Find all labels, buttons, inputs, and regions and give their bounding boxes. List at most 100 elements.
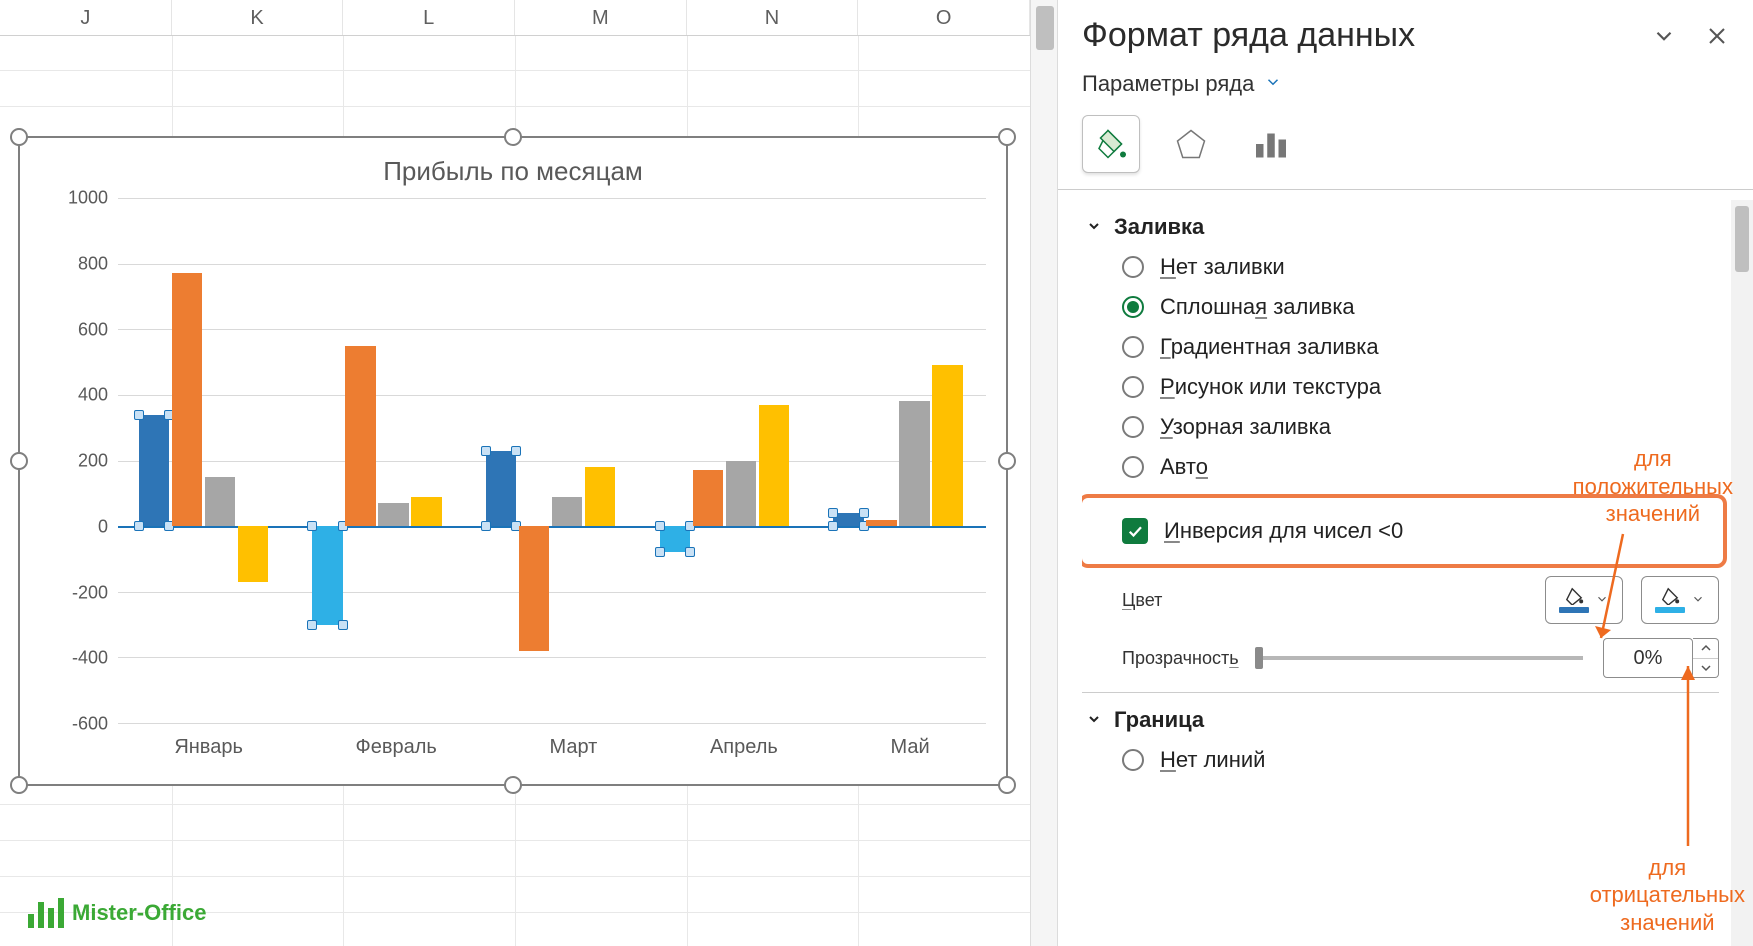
bar[interactable] [139, 415, 169, 527]
bar[interactable] [552, 497, 582, 527]
bar[interactable] [486, 451, 516, 526]
scrollbar-thumb[interactable] [1036, 6, 1054, 50]
bar[interactable] [866, 520, 896, 527]
col-header[interactable]: K [172, 0, 344, 35]
y-axis[interactable]: -600-400-20002004006008001000 [48, 198, 118, 724]
section-fill-toggle[interactable]: Заливка [1086, 214, 1719, 240]
fill-gradient-radio[interactable]: Градиентная заливка [1122, 334, 1719, 360]
bar[interactable] [932, 365, 962, 526]
fill-solid-radio[interactable]: Сплошная заливка [1122, 294, 1719, 320]
fill-color-negative-button[interactable] [1641, 576, 1719, 624]
scrollbar-thumb[interactable] [1735, 206, 1749, 272]
series-select-handle[interactable] [655, 521, 665, 531]
resize-handle[interactable] [998, 128, 1016, 146]
bar[interactable] [759, 405, 789, 526]
fill-picture-radio[interactable]: Рисунок или текстура [1122, 374, 1719, 400]
series-select-handle[interactable] [481, 521, 491, 531]
chevron-down-icon [1264, 71, 1282, 97]
resize-handle[interactable] [998, 776, 1016, 794]
plot-area[interactable] [118, 198, 986, 724]
y-tick: -200 [72, 582, 108, 603]
series-select-handle[interactable] [828, 508, 838, 518]
transparency-slider[interactable] [1259, 656, 1583, 660]
bar[interactable] [726, 461, 756, 527]
col-header[interactable]: N [687, 0, 859, 35]
section-border-toggle[interactable]: Граница [1086, 707, 1719, 733]
x-axis[interactable]: ЯнварьФевральМартАпрельМай [118, 736, 986, 766]
series-select-handle[interactable] [134, 410, 144, 420]
bar[interactable] [585, 467, 615, 526]
series-select-handle[interactable] [134, 521, 144, 531]
chevron-down-icon [1086, 707, 1104, 733]
spinner-up[interactable] [1693, 639, 1718, 659]
bar[interactable] [172, 273, 202, 526]
radio-icon [1122, 336, 1144, 358]
bar[interactable] [411, 497, 441, 527]
bar[interactable] [899, 401, 929, 526]
pane-close-button[interactable] [1705, 24, 1729, 48]
series-select-handle[interactable] [307, 521, 317, 531]
series-options-dropdown[interactable]: Параметры ряда [1082, 71, 1729, 97]
x-tick: Январь [174, 736, 243, 766]
series-select-handle[interactable] [338, 620, 348, 630]
resize-handle[interactable] [10, 128, 28, 146]
chevron-down-icon [1086, 214, 1104, 240]
series-select-handle[interactable] [511, 446, 521, 456]
radio-icon [1122, 256, 1144, 278]
radio-icon [1122, 296, 1144, 318]
fill-pattern-radio[interactable]: Узорная заливка [1122, 414, 1719, 440]
series-select-handle[interactable] [685, 547, 695, 557]
bar[interactable] [312, 526, 342, 624]
resize-handle[interactable] [10, 776, 28, 794]
col-header[interactable]: M [515, 0, 687, 35]
bar[interactable] [205, 477, 235, 526]
col-header[interactable]: J [0, 0, 172, 35]
fill-auto-radio[interactable]: Авто [1122, 454, 1719, 480]
chart-object[interactable]: Прибыль по месяцам -600-400-200020040060… [18, 136, 1008, 786]
x-tick: Май [890, 736, 929, 766]
resize-handle[interactable] [504, 776, 522, 794]
cells-area[interactable]: Прибыль по месяцам -600-400-200020040060… [0, 36, 1030, 946]
resize-handle[interactable] [504, 128, 522, 146]
tab-series-options[interactable] [1242, 115, 1300, 173]
tab-effects[interactable] [1162, 115, 1220, 173]
sheet-vertical-scrollbar[interactable] [1030, 0, 1058, 946]
bar[interactable] [345, 346, 375, 526]
fill-none-radio[interactable]: Нет заливки [1122, 254, 1719, 280]
pane-title: Формат ряда данных [1082, 16, 1415, 55]
transparency-spinner[interactable] [1693, 638, 1719, 678]
bar[interactable] [660, 526, 690, 552]
bar[interactable] [833, 513, 863, 526]
slider-thumb[interactable] [1255, 647, 1263, 669]
dropdown-label: Параметры ряда [1082, 71, 1254, 97]
series-select-handle[interactable] [859, 508, 869, 518]
y-tick: 800 [78, 253, 108, 274]
resize-handle[interactable] [998, 452, 1016, 470]
transparency-value[interactable]: 0% [1603, 638, 1693, 678]
col-header[interactable]: O [858, 0, 1030, 35]
tab-fill-line[interactable] [1082, 115, 1140, 173]
chart-title[interactable]: Прибыль по месяцам [20, 156, 1006, 187]
series-select-handle[interactable] [655, 547, 665, 557]
divider [1058, 189, 1753, 190]
spinner-down[interactable] [1693, 659, 1718, 678]
format-tabs [1082, 115, 1729, 173]
bar[interactable] [519, 526, 549, 651]
invert-negative-highlight: Инверсия для чисел <0 [1082, 494, 1727, 568]
bar[interactable] [238, 526, 268, 582]
pane-vertical-scrollbar[interactable] [1731, 200, 1753, 946]
series-select-handle[interactable] [481, 446, 491, 456]
pane-options-button[interactable] [1651, 23, 1677, 49]
fill-color-positive-button[interactable] [1545, 576, 1623, 624]
watermark-logo: Mister-Office [28, 898, 206, 928]
border-none-radio[interactable]: Нет линий [1122, 747, 1719, 773]
invert-negative-checkbox[interactable]: Инверсия для чисел <0 [1122, 518, 1715, 544]
col-header[interactable]: L [343, 0, 515, 35]
chevron-down-icon [1595, 590, 1609, 611]
bar[interactable] [378, 503, 408, 526]
series-select-handle[interactable] [828, 521, 838, 531]
y-tick: 600 [78, 319, 108, 340]
resize-handle[interactable] [10, 452, 28, 470]
bar[interactable] [693, 470, 723, 526]
series-select-handle[interactable] [307, 620, 317, 630]
